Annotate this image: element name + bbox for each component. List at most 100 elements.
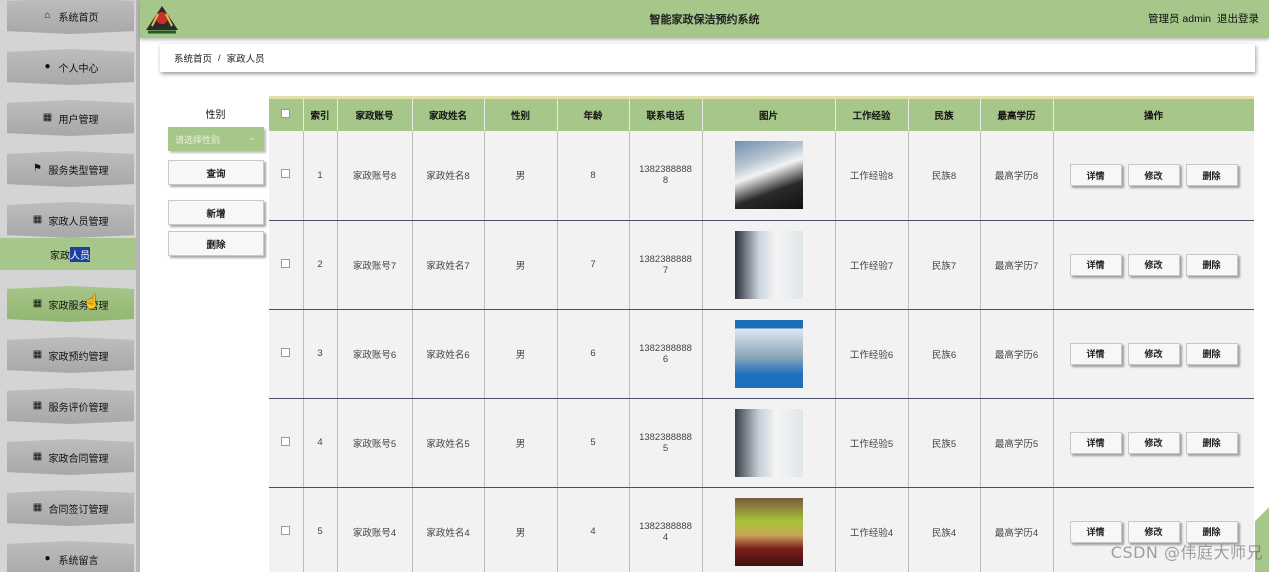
- watermark: CSDN @伟庭大师兄: [1110, 543, 1263, 562]
- cell-ethnicity: 民族7: [908, 220, 981, 310]
- checkbox[interactable]: [281, 109, 291, 118]
- row-checkbox[interactable]: [281, 525, 291, 535]
- cell-photo: [702, 398, 836, 488]
- edit-button[interactable]: 修改: [1127, 253, 1180, 276]
- add-button[interactable]: 新增: [168, 200, 264, 225]
- sidebar-item-booking-management[interactable]: ▦ 家政预约管理: [7, 337, 134, 373]
- cell-gender: 男: [484, 220, 558, 310]
- cell-phone: 1382388888 7: [629, 220, 703, 310]
- phone-line-2: 6: [662, 353, 669, 365]
- detail-button[interactable]: 详情: [1069, 431, 1122, 454]
- edit-button[interactable]: 修改: [1127, 164, 1180, 187]
- sidebar-item-service-types[interactable]: ⚑ 服务类型管理: [7, 151, 134, 187]
- search-button[interactable]: 查询: [168, 160, 264, 185]
- sidebar-item-users[interactable]: ▦ 用户管理: [7, 100, 134, 136]
- cell-account: 家政账号5: [337, 398, 413, 488]
- table-header-row: 索引 家政账号 家政姓名 性别 年龄 联系电话 图片 工作经验 民族 最高学历 …: [269, 99, 1254, 131]
- row-checkbox[interactable]: [281, 169, 291, 179]
- cell-age: 8: [557, 131, 630, 221]
- sidebar-item-staff-management[interactable]: ▦ 家政人员管理: [7, 202, 134, 238]
- row-delete-button[interactable]: 删除: [1185, 431, 1238, 454]
- staff-photo: [734, 319, 803, 388]
- cell-actions: 详情 修改 删除: [1053, 220, 1254, 310]
- row-delete-button[interactable]: 删除: [1185, 253, 1238, 276]
- cell-gender: 男: [484, 309, 558, 399]
- row-checkbox-cell[interactable]: [269, 398, 304, 488]
- sidebar-item-home[interactable]: ⌂ 系统首页: [7, 0, 134, 34]
- cell-gender: 男: [484, 487, 558, 572]
- sidebar-item-service-management[interactable]: ▦ 家政服务管理: [7, 286, 134, 322]
- grid-icon: ▦: [32, 349, 43, 360]
- row-actions: 详情 修改 删除: [1054, 253, 1254, 276]
- top-header: 智能家政保洁预约系统 管理员 admin 退出登录: [140, 0, 1269, 38]
- app-title: 智能家政保洁预约系统: [649, 14, 760, 26]
- phone-line-1: 1382388888: [639, 164, 692, 176]
- sidebar-item-messages[interactable]: ● 系统留言: [7, 541, 134, 572]
- row-checkbox-cell[interactable]: [269, 220, 304, 310]
- cell-index: 5: [303, 487, 338, 572]
- user-icon: ●: [44, 553, 51, 564]
- breadcrumb-home[interactable]: 系统首页: [174, 51, 212, 65]
- select-all-checkbox[interactable]: [269, 99, 304, 131]
- cell-experience: 工作经验5: [835, 398, 909, 488]
- table-row: 4 家政账号5 家政姓名5 男 5 1382388888 5 工作经验5 民族5 …: [269, 398, 1254, 488]
- edit-button[interactable]: 修改: [1127, 431, 1180, 454]
- cell-ethnicity: 民族5: [908, 398, 981, 488]
- breadcrumb-separator: /: [218, 52, 221, 64]
- gender-select[interactable]: 请选择性别 ⌄: [168, 127, 264, 151]
- row-checkbox-cell[interactable]: [269, 487, 304, 572]
- column-header: 操作: [1053, 99, 1254, 131]
- phone-line-2: 5: [662, 442, 669, 454]
- sidebar-subitem-staff[interactable]: 家政 人员: [0, 238, 136, 270]
- sub-item-prefix: 家政: [50, 250, 70, 262]
- detail-button[interactable]: 详情: [1069, 342, 1122, 365]
- row-checkbox[interactable]: [281, 347, 291, 357]
- sidebar-item-contract-management[interactable]: ▦ 家政合同管理: [7, 439, 134, 475]
- cell-education: 最高学历8: [980, 131, 1054, 221]
- sidebar-item-review-management[interactable]: ▦ 服务评价管理: [7, 388, 134, 424]
- cell-experience: 工作经验6: [835, 309, 909, 399]
- column-header: 索引: [303, 99, 338, 131]
- cell-actions: 详情 修改 删除: [1053, 309, 1254, 399]
- sidebar-item-contract-signing[interactable]: ▦ 合同签订管理: [7, 490, 134, 526]
- sidebar-item-label: 服务评价管理: [48, 402, 109, 414]
- sidebar-item-label: 用户管理: [58, 114, 99, 126]
- column-header: 民族: [908, 99, 981, 131]
- home-icon: ⌂: [44, 10, 51, 21]
- row-checkbox-cell[interactable]: [269, 131, 304, 221]
- phone-line-1: 1382388888: [639, 431, 692, 443]
- cell-phone: 1382388888 5: [629, 398, 703, 488]
- gender-select-placeholder: 请选择性别: [175, 134, 221, 145]
- row-actions: 详情 修改 删除: [1054, 342, 1254, 365]
- sidebar-item-label: 服务类型管理: [48, 165, 109, 177]
- delete-button[interactable]: 删除: [168, 231, 264, 256]
- table-row: 5 家政账号4 家政姓名4 男 4 1382388888 4 工作经验4 民族4 …: [269, 487, 1254, 572]
- logout-link[interactable]: 退出登录: [1217, 13, 1259, 25]
- sidebar-item-label: 系统首页: [58, 12, 99, 24]
- cell-experience: 工作经验8: [835, 131, 909, 221]
- detail-button[interactable]: 详情: [1069, 164, 1122, 187]
- edit-button[interactable]: 修改: [1127, 342, 1180, 365]
- phone-line-1: 1382388888: [639, 342, 692, 354]
- cell-actions: 详情 修改 删除: [1053, 131, 1254, 221]
- staff-photo: [734, 408, 803, 477]
- admin-label: 管理员 admin: [1147, 13, 1211, 25]
- phone-line-1: 1382388888: [639, 520, 692, 532]
- cell-name: 家政姓名5: [412, 398, 485, 488]
- row-checkbox[interactable]: [281, 436, 291, 446]
- cell-phone: 1382388888 6: [629, 309, 703, 399]
- sidebar-item-profile[interactable]: ● 个人中心: [7, 49, 134, 85]
- staff-photo: [734, 230, 803, 299]
- row-delete-button[interactable]: 删除: [1185, 164, 1238, 187]
- cell-photo: [702, 487, 836, 572]
- grid-icon: ▦: [32, 502, 43, 513]
- column-header: 最高学历: [980, 99, 1054, 131]
- cell-index: 4: [303, 398, 338, 488]
- row-checkbox-cell[interactable]: [269, 309, 304, 399]
- cell-age: 5: [557, 398, 630, 488]
- sidebar-item-label: 个人中心: [58, 63, 99, 75]
- row-delete-button[interactable]: 删除: [1185, 342, 1238, 365]
- row-checkbox[interactable]: [281, 258, 291, 268]
- detail-button[interactable]: 详情: [1069, 253, 1122, 276]
- grid-icon: ▦: [32, 400, 43, 411]
